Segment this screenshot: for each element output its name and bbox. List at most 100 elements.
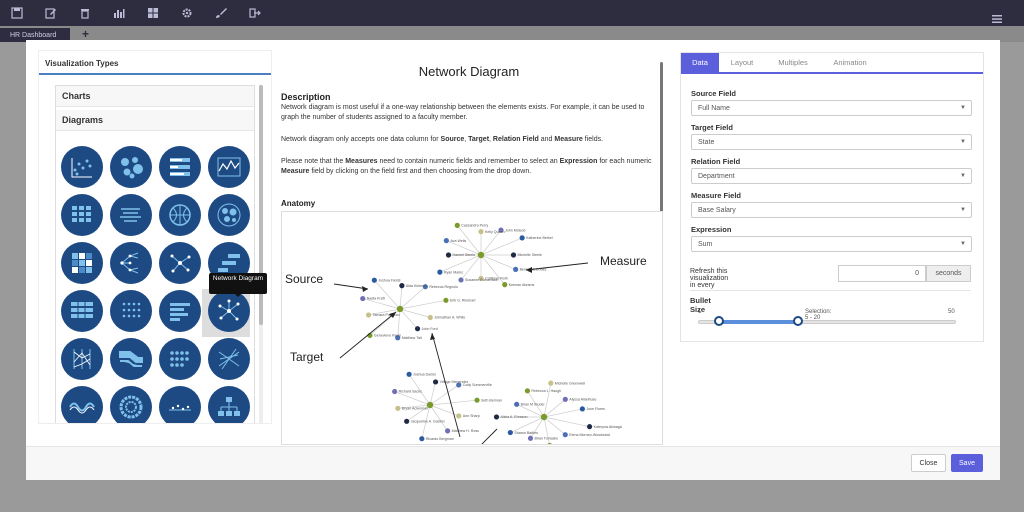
network-node-label: Renad Talia bbox=[554, 444, 573, 445]
line-chart-icon[interactable] bbox=[208, 146, 250, 188]
network-node bbox=[365, 312, 372, 318]
category-diagrams[interactable]: Diagrams bbox=[56, 110, 254, 131]
network-node-label: Michelle Steele bbox=[518, 253, 542, 257]
network-node bbox=[514, 401, 520, 407]
network-node-label: Sharon Battles bbox=[514, 431, 538, 435]
dot-grid-icon[interactable] bbox=[159, 338, 201, 380]
measure-field-value: Base Salary bbox=[698, 206, 736, 214]
timeline-icon[interactable] bbox=[159, 386, 201, 423]
network-node-label: Brian Tomasko bbox=[534, 436, 558, 440]
network-node-label: John Mcleod bbox=[505, 228, 525, 232]
parallel-coordinates-icon[interactable] bbox=[61, 338, 103, 380]
network-node-label: Joshua Fields bbox=[378, 278, 400, 282]
network-node bbox=[524, 388, 531, 394]
anatomy-label-measure: Measure bbox=[600, 254, 647, 268]
network-node-label: Ryan Marks bbox=[444, 270, 463, 274]
description-paragraph-2: Network diagram only accepts one data co… bbox=[281, 136, 604, 143]
slider-handle-high[interactable] bbox=[793, 316, 804, 326]
ball-icon[interactable] bbox=[159, 194, 201, 236]
network-node-label: Rebecca Regnolo bbox=[429, 285, 458, 289]
tree-diagram-icon[interactable] bbox=[110, 242, 152, 284]
chevron-down-icon: ▼ bbox=[960, 139, 966, 145]
network-edge bbox=[429, 404, 448, 432]
network-node bbox=[562, 432, 568, 438]
title-underline bbox=[39, 73, 271, 75]
network-node bbox=[548, 380, 554, 386]
packed-circles-icon[interactable] bbox=[208, 194, 250, 236]
network-node bbox=[404, 418, 410, 424]
dot-matrix-icon[interactable] bbox=[110, 290, 152, 332]
save-icon[interactable] bbox=[0, 0, 34, 26]
bullet-chart-icon[interactable] bbox=[159, 146, 201, 188]
table-grid-icon[interactable] bbox=[61, 194, 103, 236]
network-node-label: Ricardo Bergman bbox=[426, 437, 454, 441]
grid-icon[interactable] bbox=[136, 0, 170, 26]
network-edge bbox=[399, 286, 426, 310]
network-node-label: Kateryna Akinaga bbox=[594, 425, 622, 429]
pivot-table-icon[interactable] bbox=[61, 290, 103, 332]
network-hub-node bbox=[540, 413, 548, 421]
trash-icon[interactable] bbox=[68, 0, 102, 26]
network-edge bbox=[429, 404, 459, 417]
measure-arrow bbox=[525, 262, 589, 271]
bubble-icon[interactable] bbox=[110, 146, 152, 188]
sign-out-icon[interactable] bbox=[238, 0, 272, 26]
slider-max-label: 50 bbox=[948, 309, 955, 315]
anatomy-label-target: Target bbox=[290, 350, 324, 364]
network-node-label: Keenan Abrams bbox=[509, 283, 535, 287]
bullet-size-slider-range bbox=[719, 320, 799, 324]
relation-field-select[interactable]: Department ▼ bbox=[691, 168, 972, 184]
heatmap-icon[interactable] bbox=[61, 242, 103, 284]
bar-list-icon[interactable] bbox=[159, 290, 201, 332]
measure-field-select[interactable]: Base Salary ▼ bbox=[691, 202, 972, 218]
close-button[interactable]: Close bbox=[911, 454, 946, 472]
target-field-select[interactable]: State ▼ bbox=[691, 134, 972, 150]
brush-icon[interactable] bbox=[204, 0, 238, 26]
add-tab-button[interactable]: + bbox=[82, 27, 89, 41]
org-chart-icon[interactable] bbox=[208, 386, 250, 423]
chevron-down-icon: ▼ bbox=[960, 173, 966, 179]
network-node bbox=[445, 252, 452, 258]
expression-select[interactable]: Sum ▼ bbox=[691, 236, 972, 252]
settings-panel: Data Layout Multiples Animation Source F… bbox=[680, 52, 984, 342]
network-node bbox=[445, 428, 451, 434]
category-charts[interactable]: Charts bbox=[56, 86, 254, 107]
chord-icon[interactable] bbox=[208, 338, 250, 380]
tab-layout[interactable]: Layout bbox=[721, 53, 763, 72]
network-node-label: Richard Sacks bbox=[399, 390, 422, 394]
network-node-label: Matthew Tait bbox=[402, 336, 422, 340]
network-edge bbox=[543, 416, 590, 428]
description-heading: Description bbox=[281, 92, 331, 102]
network-diagram-icon[interactable] bbox=[208, 290, 250, 332]
stream-graph-icon[interactable] bbox=[61, 386, 103, 423]
word-cloud-icon[interactable] bbox=[110, 194, 152, 236]
bar-chart-icon[interactable] bbox=[102, 0, 136, 26]
network-edge bbox=[399, 299, 447, 310]
modal-footer bbox=[26, 446, 1000, 480]
network-node bbox=[399, 283, 405, 289]
slider-min-label: 1 bbox=[698, 309, 702, 315]
scatter-icon[interactable] bbox=[61, 146, 103, 188]
tab-multiples[interactable]: Multiples bbox=[767, 53, 819, 72]
network-node-label: Matthew H. Ross bbox=[452, 429, 480, 433]
network-edge bbox=[480, 254, 516, 270]
network-node bbox=[414, 326, 421, 332]
source-field-select[interactable]: Full Name ▼ bbox=[691, 100, 972, 116]
edit-icon[interactable] bbox=[34, 0, 68, 26]
save-button[interactable]: Save bbox=[951, 454, 983, 472]
slider-handle-low[interactable] bbox=[714, 316, 725, 326]
network-node-label: Joshua Daniel bbox=[413, 372, 436, 376]
visualization-list: Charts Diagrams bbox=[55, 85, 255, 423]
refresh-interval-input[interactable]: 0 bbox=[838, 265, 926, 282]
gear-icon[interactable] bbox=[170, 0, 204, 26]
network-node bbox=[395, 405, 401, 411]
sunburst-icon[interactable] bbox=[110, 386, 152, 423]
sankey-icon[interactable] bbox=[110, 338, 152, 380]
force-network-icon[interactable] bbox=[159, 242, 201, 284]
chevron-down-icon: ▼ bbox=[960, 241, 966, 247]
network-node bbox=[419, 436, 425, 442]
network-node-label: Brian M Studer bbox=[521, 403, 546, 407]
tab-animation[interactable]: Animation bbox=[823, 53, 877, 72]
tab-data[interactable]: Data bbox=[681, 53, 719, 72]
network-node bbox=[392, 388, 398, 395]
